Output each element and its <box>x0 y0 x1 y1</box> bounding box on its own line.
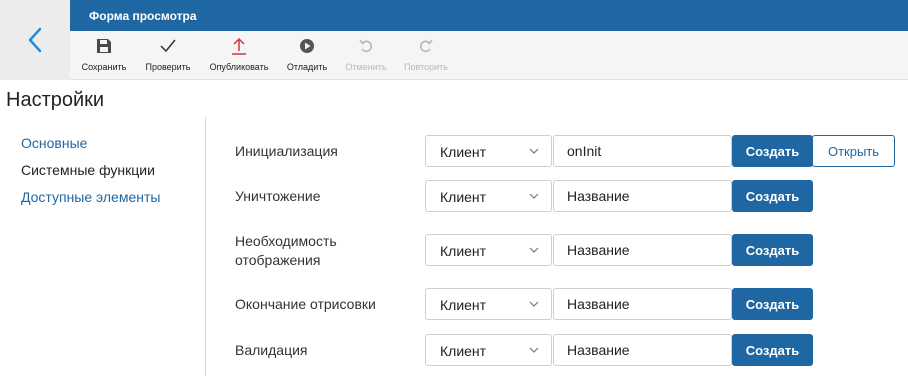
visibility-name-input[interactable] <box>553 234 732 266</box>
destroy-type-select[interactable]: Клиент <box>425 180 552 212</box>
chevron-down-icon <box>529 148 539 154</box>
validation-label: Валидация <box>235 342 308 358</box>
undo-label: Отменить <box>345 62 387 72</box>
save-icon <box>97 39 111 53</box>
visibility-type-value: Клиент <box>440 243 487 259</box>
publish-icon <box>232 37 246 55</box>
play-icon <box>300 39 314 53</box>
render-end-name-input[interactable] <box>553 288 732 320</box>
debug-button[interactable]: Отладить <box>283 35 331 77</box>
save-button[interactable]: Сохранить <box>79 35 129 77</box>
destroy-type-value: Клиент <box>440 189 487 205</box>
init-label: Инициализация <box>235 143 338 159</box>
sidebar-item-available-elements[interactable]: Доступные элементы <box>21 189 160 205</box>
title-bar: Форма просмотра <box>70 0 908 31</box>
undo-icon <box>359 39 373 53</box>
chevron-left-icon <box>28 27 42 53</box>
chevron-down-icon <box>529 247 539 253</box>
validation-type-value: Клиент <box>440 343 487 359</box>
init-type-select[interactable]: Клиент <box>425 135 552 167</box>
render-end-create-button[interactable]: Создать <box>732 288 813 320</box>
publish-label: Опубликовать <box>209 62 269 72</box>
visibility-label: Необходимость отображения <box>235 233 337 268</box>
destroy-create-button[interactable]: Создать <box>732 180 813 212</box>
check-button[interactable]: Проверить <box>142 35 194 77</box>
validation-create-button[interactable]: Создать <box>732 334 813 366</box>
init-open-button[interactable]: Открыть <box>812 135 895 167</box>
toolbar: Сохранить Проверить Опубликовать Отладит… <box>70 31 908 80</box>
validation-type-select[interactable]: Клиент <box>425 334 552 366</box>
chevron-down-icon <box>529 193 539 199</box>
render-end-type-select[interactable]: Клиент <box>425 288 552 320</box>
form-title: Форма просмотра <box>89 9 197 23</box>
sidebar-divider <box>205 117 206 376</box>
save-label: Сохранить <box>81 62 127 72</box>
chevron-down-icon <box>529 347 539 353</box>
redo-icon <box>419 39 433 53</box>
back-button[interactable] <box>0 0 70 80</box>
visibility-type-select[interactable]: Клиент <box>425 234 552 266</box>
render-end-label: Окончание отрисовки <box>235 296 376 312</box>
debug-label: Отладить <box>286 62 328 72</box>
render-end-type-value: Клиент <box>440 297 487 313</box>
check-label: Проверить <box>145 62 191 72</box>
redo-label: Повторить <box>404 62 448 72</box>
destroy-name-input[interactable] <box>553 180 732 212</box>
redo-button[interactable]: Повторить <box>401 35 451 77</box>
validation-name-input[interactable] <box>553 334 732 366</box>
undo-button[interactable]: Отменить <box>342 35 390 77</box>
init-create-button[interactable]: Создать <box>732 135 813 167</box>
sidebar-item-general[interactable]: Основные <box>21 135 87 151</box>
publish-button[interactable]: Опубликовать <box>206 35 272 77</box>
destroy-label: Уничтожение <box>235 188 321 204</box>
init-type-value: Клиент <box>440 144 487 160</box>
init-name-input[interactable] <box>553 135 732 167</box>
page-title: Настройки <box>6 89 105 111</box>
check-icon <box>160 39 176 53</box>
chevron-down-icon <box>529 301 539 307</box>
top-bar: Форма просмотра Сохранить Проверить Опуб… <box>0 0 908 80</box>
sidebar-item-system-functions[interactable]: Системные функции <box>21 162 155 178</box>
visibility-create-button[interactable]: Создать <box>732 234 813 266</box>
